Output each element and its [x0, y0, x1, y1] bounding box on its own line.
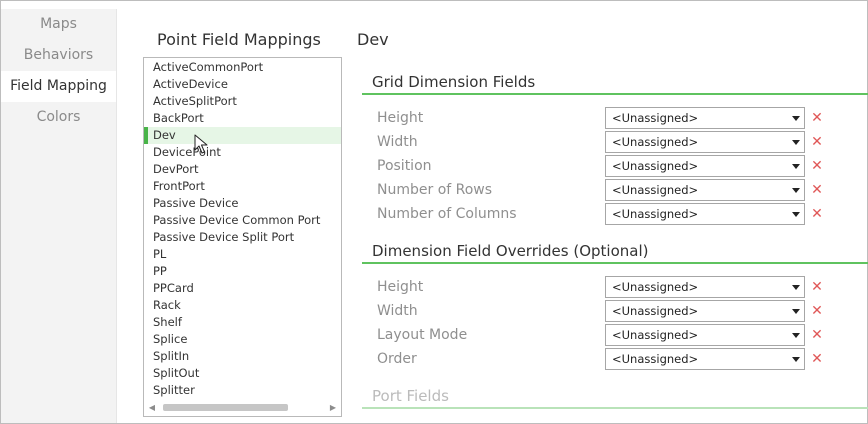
caret-down-icon [792, 309, 800, 314]
list-item[interactable]: DevicePoint [144, 144, 341, 161]
close-icon[interactable]: ✕ [811, 135, 823, 149]
section-header: Port Fields [362, 384, 868, 409]
scrollbar-thumb[interactable] [163, 404, 288, 411]
caret-down-icon [792, 212, 800, 217]
caret-down-icon [792, 140, 800, 145]
list-item[interactable]: ActiveSplitPort [144, 93, 341, 110]
list-item[interactable]: Dev [144, 127, 341, 144]
section-header: Dimension Field Overrides (Optional) [362, 239, 868, 264]
nav-item-behaviors[interactable]: Behaviors [1, 40, 116, 71]
list-item[interactable]: FrontPort [144, 178, 341, 195]
detail-title: Dev [357, 30, 389, 49]
field-label: Layout Mode [377, 327, 468, 343]
point-field-mappings-title: Point Field Mappings [157, 30, 321, 49]
close-icon[interactable]: ✕ [811, 304, 823, 318]
field-label: Number of Columns [377, 206, 517, 222]
scroll-left-icon[interactable]: ◀ [146, 401, 158, 414]
list-item[interactable]: Passive Device Split Port [144, 229, 341, 246]
list-item[interactable]: BackPort [144, 110, 341, 127]
close-icon[interactable]: ✕ [811, 280, 823, 294]
field-select[interactable]: <Unassigned> [605, 203, 805, 225]
field-select-value: <Unassigned> [612, 111, 699, 125]
field-select[interactable]: <Unassigned> [605, 131, 805, 153]
field-label: Position [377, 158, 432, 174]
list-item[interactable]: Shelf [144, 314, 341, 331]
section-title: Dimension Field Overrides (Optional) [372, 242, 649, 260]
field-label: Width [377, 303, 418, 319]
field-select-value: <Unassigned> [612, 135, 699, 149]
caret-down-icon [792, 164, 800, 169]
field-select[interactable]: <Unassigned> [605, 107, 805, 129]
field-label: Order [377, 351, 417, 367]
field-label: Number of Rows [377, 182, 493, 198]
section-header: Grid Dimension Fields [362, 70, 868, 95]
nav-item-field-mapping[interactable]: Field Mapping [1, 71, 116, 102]
nav-item-colors[interactable]: Colors [1, 102, 116, 133]
field-select-value: <Unassigned> [612, 328, 699, 342]
field-select[interactable]: <Unassigned> [605, 179, 805, 201]
caret-down-icon [792, 357, 800, 362]
list-item[interactable]: ActiveDevice [144, 76, 341, 93]
caret-down-icon [792, 285, 800, 290]
list-item[interactable]: Rack [144, 297, 341, 314]
list-item[interactable]: DevPort [144, 161, 341, 178]
close-icon[interactable]: ✕ [811, 352, 823, 366]
field-label: Height [377, 110, 424, 126]
caret-down-icon [792, 116, 800, 121]
field-select[interactable]: <Unassigned> [605, 155, 805, 177]
list-item[interactable]: Splitter [144, 382, 341, 399]
list-item[interactable]: Passive Device [144, 195, 341, 212]
scroll-right-icon[interactable]: ▶ [327, 401, 339, 414]
field-select-value: <Unassigned> [612, 183, 699, 197]
list-item[interactable]: SplitIn [144, 348, 341, 365]
field-select[interactable]: <Unassigned> [605, 348, 805, 370]
close-icon[interactable]: ✕ [811, 159, 823, 173]
field-select[interactable]: <Unassigned> [605, 276, 805, 298]
point-type-listbox[interactable]: ActiveCommonPort ActiveDevice ActiveSplitP… [143, 57, 342, 417]
field-select-value: <Unassigned> [612, 207, 699, 221]
horizontal-scrollbar[interactable]: ◀ ▶ [145, 401, 340, 414]
caret-down-icon [792, 333, 800, 338]
caret-down-icon [792, 188, 800, 193]
field-select-value: <Unassigned> [612, 159, 699, 173]
list-item[interactable]: SplitOut [144, 365, 341, 382]
close-icon[interactable]: ✕ [811, 328, 823, 342]
field-select-value: <Unassigned> [612, 280, 699, 294]
section-title: Grid Dimension Fields [372, 73, 536, 91]
section-title: Port Fields [372, 387, 449, 405]
mouse-pointer-icon [194, 134, 208, 154]
field-select[interactable]: <Unassigned> [605, 300, 805, 322]
close-icon[interactable]: ✕ [811, 207, 823, 221]
field-label: Height [377, 279, 424, 295]
field-select-value: <Unassigned> [612, 352, 699, 366]
list-item[interactable]: ActiveCommonPort [144, 59, 341, 76]
list-item[interactable]: PPCard [144, 280, 341, 297]
list-item[interactable]: Splice [144, 331, 341, 348]
list-item[interactable]: Passive Device Common Port [144, 212, 341, 229]
list-item[interactable]: PP [144, 263, 341, 280]
list-item[interactable]: PL [144, 246, 341, 263]
nav-item-maps[interactable]: Maps [1, 9, 116, 40]
field-select[interactable]: <Unassigned> [605, 324, 805, 346]
close-icon[interactable]: ✕ [811, 111, 823, 125]
close-icon[interactable]: ✕ [811, 183, 823, 197]
field-select-value: <Unassigned> [612, 304, 699, 318]
left-nav: Maps Behaviors Field Mapping Colors [1, 9, 117, 423]
field-label: Width [377, 134, 418, 150]
